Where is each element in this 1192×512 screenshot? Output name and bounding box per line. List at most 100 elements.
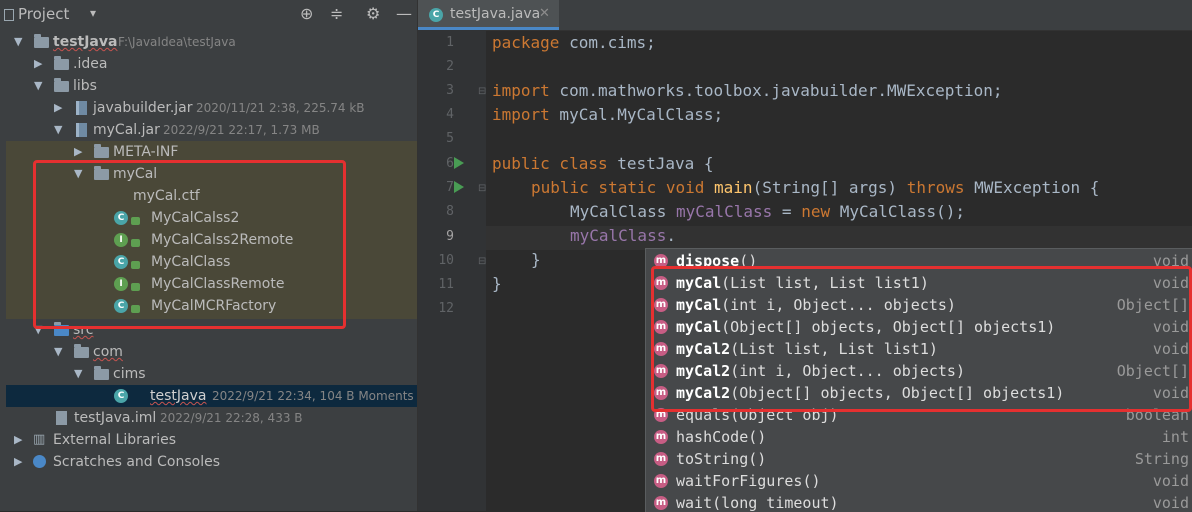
variable: myCalClass <box>570 226 667 245</box>
code-line-4: import myCal.MyCalClass; <box>492 105 723 124</box>
editor-gutter <box>418 30 486 511</box>
scratches-icon <box>33 455 46 468</box>
tree-item-cims[interactable]: ▼ cims <box>0 363 417 385</box>
method-icon: m <box>654 496 668 510</box>
folder-icon <box>54 56 69 70</box>
minimize-icon[interactable]: — <box>396 4 412 23</box>
package-icon <box>74 344 89 358</box>
keyword: package <box>492 33 560 52</box>
close-icon[interactable]: ✕ <box>539 6 550 21</box>
chevron-right-icon[interactable]: ▶ <box>14 451 22 473</box>
tree-item-idea[interactable]: ▶ .idea <box>0 53 417 75</box>
tab-testjava[interactable]: C testJava.java ✕ <box>418 0 559 30</box>
project-title[interactable]: Project <box>18 5 69 23</box>
method-params: (long timeout) <box>712 494 839 512</box>
method-name: waitForFigures <box>676 472 803 490</box>
completion-item[interactable]: m waitForFigures() void <box>646 470 1192 492</box>
run-main-icon[interactable] <box>454 181 464 193</box>
chevron-down-icon[interactable]: ▼ <box>14 31 22 53</box>
chevron-down-icon[interactable]: ▼ <box>54 119 62 141</box>
tree-item-mycal-jar[interactable]: ▼ myCal.jar 2022/9/21 22:17, 1.73 MB <box>0 119 417 141</box>
chevron-down-icon[interactable]: ▼ <box>74 363 82 385</box>
completion-item[interactable]: m hashCode() int <box>646 426 1192 448</box>
line-number: 9 <box>446 229 454 244</box>
chevron-down-icon[interactable]: ▼ <box>54 341 62 363</box>
code-line-9[interactable]: myCalClass. <box>570 226 676 245</box>
line-number: 4 <box>446 107 454 122</box>
gear-icon[interactable]: ⚙ <box>366 4 380 23</box>
line-number: 7 <box>446 180 454 195</box>
method-name: wait <box>676 494 713 512</box>
chevron-down-icon[interactable]: ▾ <box>90 6 96 20</box>
code-text: MyCalClass <box>570 202 676 221</box>
code-line-11: } <box>492 274 502 293</box>
method-icon: m <box>654 430 668 444</box>
line-number: 8 <box>446 204 454 219</box>
tree-item-scratches[interactable]: ▶ Scratches and Consoles <box>0 451 417 473</box>
code-text: (String[] args) <box>752 178 907 197</box>
library-icon: ▥ <box>33 432 46 447</box>
chevron-down-icon[interactable]: ▼ <box>34 75 42 97</box>
code-text: com.mathworks.toolbox.javabuilder.MWExce… <box>549 81 1003 100</box>
completion-signature: wait(long timeout) <box>676 492 839 512</box>
method-name: hashCode <box>676 428 749 446</box>
fold-icon[interactable]: ⊟ <box>478 183 486 194</box>
collapse-icon[interactable]: ≑ <box>330 4 343 23</box>
tree-item-com[interactable]: ▼ com <box>0 341 417 363</box>
target-icon[interactable]: ⊕ <box>300 4 313 23</box>
method-name: toString <box>676 450 749 468</box>
tree-item-label: Scratches and Consoles <box>53 454 220 470</box>
code-text: testJava { <box>607 154 714 173</box>
method-params: () <box>748 450 767 468</box>
editor-tab-bar: C testJava.java ✕ <box>418 0 1192 31</box>
project-view-icon <box>4 9 14 21</box>
folder-icon <box>34 34 49 48</box>
annotation-box-mycal-methods <box>651 266 1192 412</box>
code-line-10: } <box>531 250 541 269</box>
line-number: 5 <box>446 131 454 146</box>
tree-item-label: .idea <box>73 56 108 72</box>
return-type: void <box>1152 472 1189 490</box>
run-class-icon[interactable] <box>454 157 464 169</box>
tree-item-javabuilder-jar[interactable]: ▶ javabuilder.jar 2020/11/21 2:38, 225.7… <box>0 97 417 119</box>
tree-item-testjava-class[interactable]: C testJava 2022/9/21 22:34, 104 B Moment… <box>0 385 417 407</box>
project-panel: Project ▾ ⊕ ≑ ⚙ — ▼ testJava F:\JavaIdea… <box>0 0 417 511</box>
code-text: = <box>772 202 802 221</box>
tree-item-label: libs <box>73 78 97 94</box>
code-text: MyCalClass(); <box>830 202 965 221</box>
variable: myCalClass <box>675 202 773 221</box>
annotation-box-mycal-package <box>33 160 346 329</box>
completion-item[interactable]: m toString() String <box>646 448 1192 470</box>
return-type: void <box>1152 494 1189 512</box>
completion-item[interactable]: m wait(long timeout) void <box>646 492 1192 512</box>
tree-item-external-libraries[interactable]: ▶ ▥ External Libraries <box>0 429 417 451</box>
tab-label: testJava.java <box>450 6 541 22</box>
fold-icon[interactable]: ⊟ <box>478 86 486 97</box>
tree-item-label: testJava <box>150 388 207 404</box>
tree-item-label: testJava <box>53 34 118 50</box>
method-name: main <box>704 178 753 197</box>
keyword: throws <box>906 178 965 197</box>
tree-item-libs[interactable]: ▼ libs <box>0 75 417 97</box>
completion-signature: hashCode() <box>676 426 766 448</box>
method-icon: m <box>654 474 668 488</box>
chevron-right-icon[interactable]: ▶ <box>14 429 22 451</box>
jar-icon <box>76 123 87 137</box>
completion-signature: waitForFigures() <box>676 470 821 492</box>
completion-signature: toString() <box>676 448 766 470</box>
keyword: new <box>801 202 831 221</box>
code-text: } <box>531 250 541 269</box>
folder-icon <box>94 144 109 158</box>
tree-item-meta: 2022/9/21 22:34, 104 B Moments ago <box>212 389 417 403</box>
tree-item-testjava-iml[interactable]: testJava.iml 2022/9/21 22:28, 433 B <box>0 407 417 429</box>
code-text: myCal.MyCalClass; <box>549 105 724 124</box>
method-params: () <box>748 428 767 446</box>
method-icon: m <box>654 452 668 466</box>
tree-item-testjava-root[interactable]: ▼ testJava F:\JavaIdea\testJava <box>0 31 417 53</box>
fold-icon[interactable]: ⊟ <box>478 256 486 267</box>
keyword: import <box>492 81 550 100</box>
code-line-7: public static void main(String[] args) t… <box>531 178 1099 197</box>
chevron-right-icon[interactable]: ▶ <box>54 97 62 119</box>
line-number: 1 <box>446 35 454 50</box>
chevron-right-icon[interactable]: ▶ <box>34 53 42 75</box>
